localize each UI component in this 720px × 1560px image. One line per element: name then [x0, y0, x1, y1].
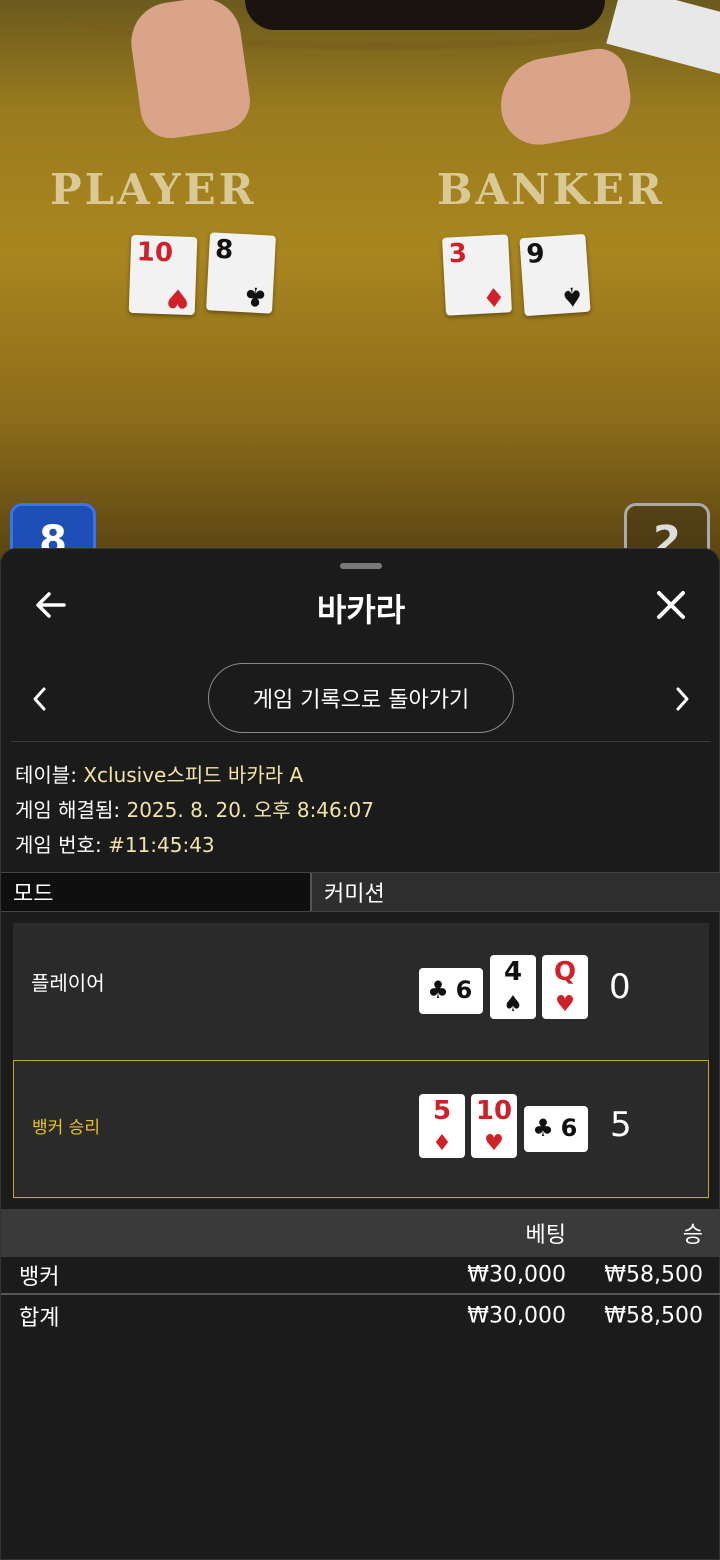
playing-card: 6 ♣ — [524, 1106, 588, 1152]
table-player-label: PLAYER — [50, 165, 257, 214]
playing-card: 4 ♠ — [490, 955, 536, 1019]
close-button[interactable] — [651, 585, 691, 625]
banker-win-label: 뱅커 승리 — [32, 1118, 100, 1138]
game-detail-sheet: 바카라 게임 기록으로 돌아가기 테이블: Xclusive스피드 바카라 A … — [0, 548, 720, 1560]
table-info-value: Xclusive스피드 바카라 A — [83, 763, 304, 787]
live-video: PLAYER BANKER 10 ♥ 8 ♣ 3 ♦ 9 ♠ 8 2 — [0, 0, 720, 560]
result-panel: 플레이어 6 ♣ 4 ♠ Q ♥ 0 뱅커 승리 5 ♦ 10 ♥ 6 ♣ 5 — [13, 923, 709, 1199]
mode-tabs: 모드 커미션 — [1, 872, 720, 912]
bet-column-header: 베팅 — [525, 1223, 566, 1248]
tab-mode[interactable]: 모드 — [1, 873, 312, 911]
resolved-value: 2025. 8. 20. 오후 8:46:07 — [126, 798, 374, 822]
back-to-history-button[interactable]: 게임 기록으로 돌아가기 — [208, 663, 514, 733]
total-win-amount: ₩58,500 — [604, 1303, 703, 1329]
chevron-left-icon — [33, 687, 46, 711]
bet-type-label: 뱅커 — [19, 1265, 60, 1290]
total-bet-amount: ₩30,000 — [467, 1303, 566, 1329]
divider — [11, 741, 711, 742]
table-info: 테이블: Xclusive스피드 바카라 A — [15, 759, 303, 788]
dealer-right-hand — [493, 44, 637, 151]
close-icon — [657, 591, 685, 619]
playing-card: 5 ♦ — [419, 1094, 465, 1158]
table-info-label: 테이블: — [15, 763, 77, 787]
table-card: 9 ♠ — [519, 233, 591, 317]
banker-score: 5 — [610, 1105, 632, 1145]
chevron-right-icon — [676, 687, 689, 711]
win-column-header: 승 — [682, 1223, 703, 1248]
table-row: 합계 ₩30,000 ₩58,500 — [1, 1297, 720, 1335]
sheet-title: 바카라 — [316, 591, 406, 629]
game-number-info: 게임 번호: #11:45:43 — [15, 829, 215, 858]
table-banker-label: BANKER — [437, 165, 665, 214]
tab-commission[interactable]: 커미션 — [312, 873, 720, 911]
table-card: 10 ♥ — [128, 234, 198, 316]
playing-card: 6 ♣ — [419, 968, 483, 1014]
dealer-left-hand — [126, 0, 254, 142]
game-number-label: 게임 번호: — [15, 833, 102, 857]
banker-result-row: 뱅커 승리 5 ♦ 10 ♥ 6 ♣ 5 — [13, 1060, 709, 1198]
resolved-label: 게임 해결됨: — [15, 798, 121, 822]
total-label: 합계 — [19, 1306, 60, 1331]
sheet-grabber[interactable] — [340, 563, 382, 569]
player-result-row: 플레이어 6 ♣ 4 ♠ Q ♥ 0 — [13, 923, 709, 1059]
bet-amount: ₩30,000 — [467, 1262, 566, 1288]
table-card: 3 ♦ — [442, 234, 512, 316]
next-game-button[interactable] — [671, 681, 695, 717]
table-card: 8 ♣ — [206, 232, 276, 314]
player-score: 0 — [609, 967, 631, 1007]
game-number-value: #11:45:43 — [108, 833, 215, 857]
bet-table-header: 베팅 승 — [1, 1209, 720, 1257]
playing-card: 10 ♥ — [471, 1094, 517, 1158]
previous-game-button[interactable] — [27, 681, 51, 717]
playing-card: Q ♥ — [542, 955, 588, 1019]
table-row: 뱅커 ₩30,000 ₩58,500 — [1, 1257, 720, 1295]
player-label: 플레이어 — [31, 971, 105, 995]
resolved-info: 게임 해결됨: 2025. 8. 20. 오후 8:46:07 — [15, 794, 374, 823]
win-amount: ₩58,500 — [604, 1262, 703, 1288]
dealer-torso — [245, 0, 605, 30]
